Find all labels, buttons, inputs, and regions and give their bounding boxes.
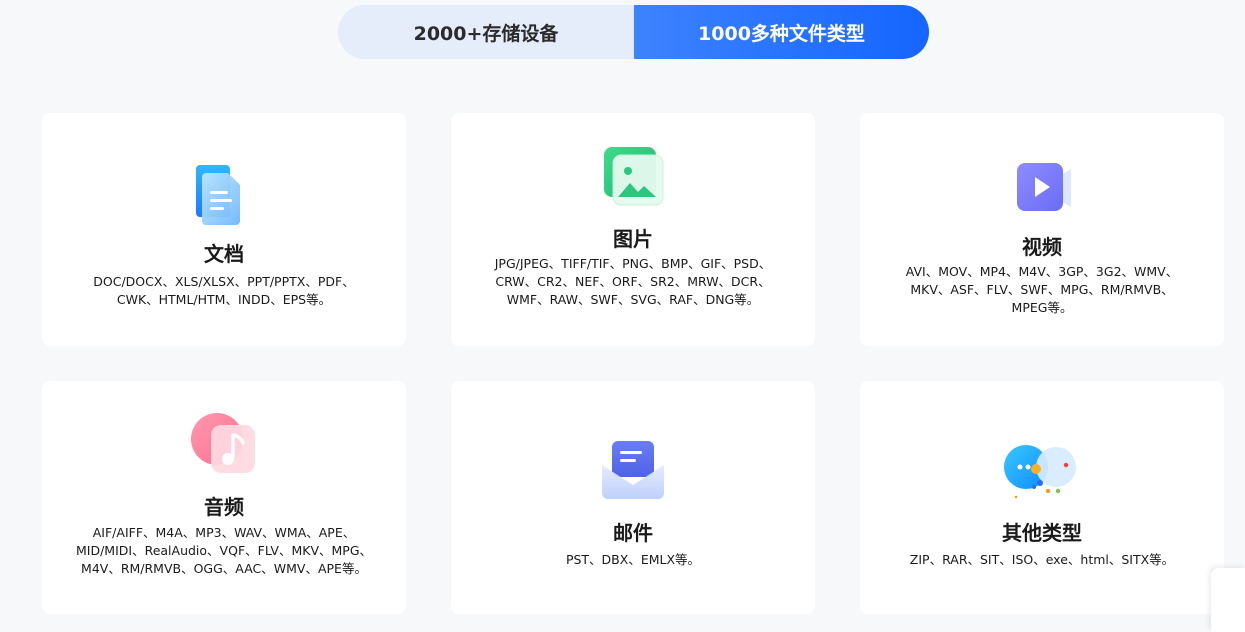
- floating-widget-edge[interactable]: [1211, 568, 1245, 632]
- file-type-card-other: 其他类型 ZIP、RAR、SIT、ISO、exe、html、SITX等。: [860, 381, 1224, 614]
- chat-bubbles-icon: [1004, 445, 1076, 499]
- video-icon: [1017, 163, 1071, 211]
- file-type-card-document: 文档 DOC/DOCX、XLS/XLSX、PPT/PPTX、PDF、CWK、HT…: [42, 113, 406, 346]
- image-icon: [604, 147, 664, 206]
- file-type-card-mail: 邮件 PST、DBX、EMLX等。: [451, 381, 815, 614]
- category-tabs: 2000+存储设备 1000多种文件类型: [338, 5, 929, 59]
- file-type-card-image: 图片 JPG/JPEG、TIFF/TIF、PNG、BMP、GIF、PSD、CRW…: [451, 113, 815, 346]
- tab-file-types[interactable]: 1000多种文件类型: [634, 5, 929, 59]
- card-title: 其他类型: [1002, 521, 1082, 545]
- mail-icon: [602, 441, 664, 499]
- file-type-card-audio: 音频 AIF/AIFF、M4A、MP3、WAV、WMA、APE、MID/MIDI…: [42, 381, 406, 614]
- card-description: DOC/DOCX、XLS/XLSX、PPT/PPTX、PDF、CWK、HTML/…: [93, 274, 355, 307]
- card-title: 视频: [1022, 235, 1062, 259]
- card-description: PST、DBX、EMLX等。: [565, 552, 701, 567]
- card-title: 音频: [204, 495, 244, 519]
- document-icon: [196, 165, 240, 225]
- tab-storage-devices[interactable]: 2000+存储设备: [338, 5, 634, 59]
- card-description: AIF/AIFF、M4A、MP3、WAV、WMA、APE、MID/MIDI、Re…: [75, 525, 373, 576]
- card-title: 邮件: [613, 521, 653, 545]
- card-description: AVI、MOV、MP4、M4V、3GP、3G2、WMV、MKV、ASF、FLV、…: [905, 264, 1179, 315]
- file-type-card-video: 视频 AVI、MOV、MP4、M4V、3GP、3G2、WMV、MKV、ASF、F…: [860, 113, 1224, 346]
- card-description: ZIP、RAR、SIT、ISO、exe、html、SITX等。: [909, 552, 1175, 567]
- card-description: JPG/JPEG、TIFF/TIF、PNG、BMP、GIF、PSD、CRW、CR…: [494, 256, 772, 307]
- music-icon: [191, 413, 255, 473]
- card-title: 文档: [204, 242, 244, 266]
- card-title: 图片: [613, 227, 653, 251]
